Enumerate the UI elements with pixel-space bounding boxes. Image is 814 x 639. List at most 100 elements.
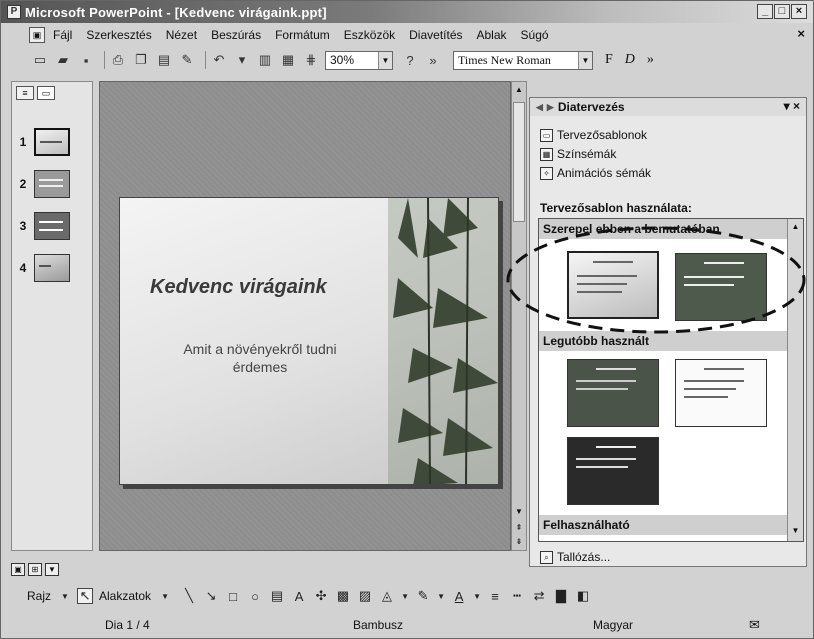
slideshow-view-icon[interactable]: ▼ xyxy=(45,563,59,576)
back-arrow-icon[interactable]: ◀ xyxy=(536,102,543,113)
animation-schemes-link[interactable]: ✧ Animációs sémák xyxy=(540,166,651,180)
dash-style-icon[interactable]: ┅ xyxy=(509,588,525,604)
shadow-icon[interactable]: ▇ xyxy=(553,588,569,604)
menu-file[interactable]: Fájl xyxy=(53,28,72,42)
diagram-icon[interactable]: ✣ xyxy=(313,588,329,604)
select-pointer-icon[interactable]: ↖ xyxy=(77,588,94,604)
forward-arrow-icon[interactable]: ▶ xyxy=(547,102,554,113)
insert-chart-icon[interactable]: ▥ xyxy=(256,51,274,69)
line-icon[interactable]: ╲ xyxy=(181,588,197,604)
3d-icon[interactable]: ◧ xyxy=(575,588,591,604)
line-style-icon[interactable]: ≡ xyxy=(487,588,503,604)
template-line xyxy=(576,458,636,460)
menu-insert[interactable]: Beszúrás xyxy=(211,28,261,42)
save-icon[interactable]: ▪ xyxy=(77,51,95,69)
insert-table-icon[interactable]: ▦ xyxy=(279,51,297,69)
font-select[interactable]: Times New Roman ▼ xyxy=(453,50,593,70)
chevron-down-icon[interactable]: ▼ xyxy=(157,588,173,604)
view-buttons: ▣ ⊞ ▼ xyxy=(11,563,59,576)
menu-slideshow[interactable]: Diavetítés xyxy=(409,28,462,42)
slides-tab[interactable]: ▭ xyxy=(37,86,55,100)
previous-slide-icon[interactable]: ⇞ xyxy=(513,522,525,534)
slide-title[interactable]: Kedvenc virágaink xyxy=(150,276,327,299)
pane-tabs: ≡ ▭ xyxy=(12,82,92,104)
slide-thumbnail[interactable] xyxy=(34,212,70,240)
menu-help[interactable]: Súgó xyxy=(521,28,549,42)
slide-thumbnail-row[interactable]: 2 xyxy=(12,168,92,200)
scroll-down-icon[interactable]: ▼ xyxy=(789,525,802,537)
undo-icon[interactable]: ↶ xyxy=(210,51,228,69)
outline-tab[interactable]: ≡ xyxy=(16,86,34,100)
format-painter-icon[interactable]: ✎ xyxy=(178,51,196,69)
bold-button[interactable]: F xyxy=(605,52,613,68)
toolbar-more-icon[interactable]: » xyxy=(647,52,654,68)
menu-format[interactable]: Formátum xyxy=(275,28,330,42)
chevron-down-icon[interactable]: ▼ xyxy=(437,588,445,604)
color-schemes-link[interactable]: ▦ Színsémák xyxy=(540,147,616,161)
template-thumbnail[interactable] xyxy=(567,437,659,505)
arrow-style-icon[interactable]: ⇄ xyxy=(531,588,547,604)
close-document-button[interactable]: × xyxy=(797,26,805,41)
scroll-thumb[interactable] xyxy=(513,102,525,222)
zoom-select[interactable]: 30% ▼ xyxy=(325,50,393,70)
arrow-icon[interactable]: ↘ xyxy=(203,588,219,604)
scroll-up-icon[interactable]: ▲ xyxy=(513,84,525,96)
italic-button[interactable]: D xyxy=(625,52,635,68)
paste-icon[interactable]: ▤ xyxy=(155,51,173,69)
document-icon[interactable]: ▣ xyxy=(29,27,45,43)
slide-thumbnail-row[interactable]: 1 xyxy=(12,126,92,158)
slide-subtitle[interactable]: Amit a növényekről tudni érdemes xyxy=(160,340,360,376)
template-icon: ▭ xyxy=(540,128,553,142)
line-color-icon[interactable]: ✎ xyxy=(415,588,431,604)
current-slide[interactable]: Kedvenc virágaink Amit a növényekről tud… xyxy=(119,197,499,485)
draw-menu-button[interactable]: Rajz xyxy=(27,589,51,603)
normal-view-icon[interactable]: ▣ xyxy=(11,563,25,576)
chevron-down-icon[interactable]: ▼ xyxy=(473,588,481,604)
slide-thumbnail-row[interactable]: 4 xyxy=(12,252,92,284)
maximize-button[interactable]: □ xyxy=(774,4,790,19)
browse-link[interactable]: ⌕ Tallózás... xyxy=(540,550,610,564)
chevron-down-icon[interactable]: ▼ xyxy=(378,51,392,69)
menu-view[interactable]: Nézet xyxy=(166,28,197,42)
task-pane-close-icon[interactable]: ▾ × xyxy=(784,99,800,113)
browse-icon: ⌕ xyxy=(540,550,553,564)
textbox-icon[interactable]: ▤ xyxy=(269,588,285,604)
fill-color-icon[interactable]: ◬ xyxy=(379,588,395,604)
oval-icon[interactable]: ○ xyxy=(247,588,263,604)
slide-sorter-view-icon[interactable]: ⊞ xyxy=(28,563,42,576)
picture-icon[interactable]: ▨ xyxy=(357,588,373,604)
clipart-icon[interactable]: ▩ xyxy=(335,588,351,604)
slide-thumbnail[interactable] xyxy=(34,128,70,156)
undo-dropdown-icon[interactable]: ▾ xyxy=(233,51,251,69)
autoshapes-menu-button[interactable]: Alakzatok xyxy=(99,589,151,603)
copy-icon[interactable]: ❐ xyxy=(132,51,150,69)
open-folder-icon[interactable]: ▰ xyxy=(54,51,72,69)
next-slide-icon[interactable]: ⇟ xyxy=(513,536,525,548)
template-thumbnail[interactable] xyxy=(567,359,659,427)
menu-window[interactable]: Ablak xyxy=(477,28,507,42)
powerpoint-app-icon[interactable]: P xyxy=(7,5,21,19)
chevron-down-icon[interactable]: ▼ xyxy=(578,51,592,69)
design-templates-link[interactable]: ▭ Tervezősablonok xyxy=(540,128,647,142)
chevron-down-icon[interactable]: ▼ xyxy=(57,588,73,604)
slide-thumbnail[interactable] xyxy=(34,254,70,282)
link-label: Animációs sémák xyxy=(557,166,652,180)
scroll-down-icon[interactable]: ▼ xyxy=(513,506,525,518)
toolbar-more-icon[interactable]: » xyxy=(424,51,442,69)
print-icon[interactable]: ⎙ xyxy=(109,51,127,69)
template-thumbnail[interactable] xyxy=(675,359,767,427)
close-window-button[interactable]: × xyxy=(791,4,807,19)
chevron-down-icon[interactable]: ▼ xyxy=(401,588,409,604)
spelling-status-icon[interactable]: ✉ xyxy=(749,617,760,633)
slide-thumbnail[interactable] xyxy=(34,170,70,198)
wordart-icon[interactable]: A xyxy=(291,588,307,604)
menu-tools[interactable]: Eszközök xyxy=(344,28,395,42)
grid-icon[interactable]: ⋕ xyxy=(302,51,320,69)
slide-thumbnail-row[interactable]: 3 xyxy=(12,210,92,242)
rectangle-icon[interactable]: □ xyxy=(225,588,241,604)
font-color-icon[interactable]: A xyxy=(451,588,467,604)
help-icon[interactable]: ? xyxy=(401,51,419,69)
new-document-icon[interactable]: ▭ xyxy=(31,51,49,69)
menu-edit[interactable]: Szerkesztés xyxy=(86,28,151,42)
minimize-button[interactable]: _ xyxy=(757,4,773,19)
